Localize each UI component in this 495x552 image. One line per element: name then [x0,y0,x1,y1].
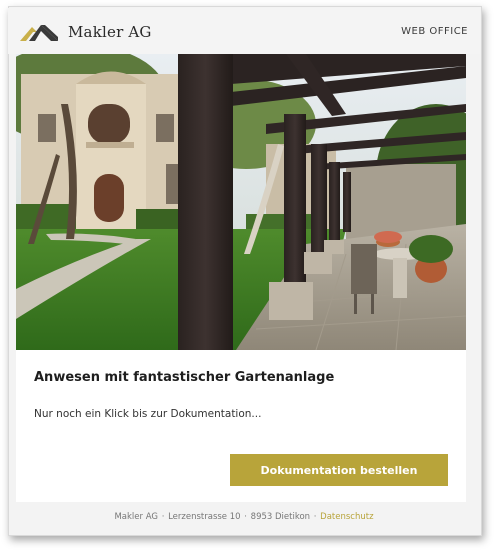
brand-name: Makler AG [68,23,152,41]
footer-separator: · [161,512,165,522]
footer-city: 8953 Dietikon [250,512,311,522]
privacy-link[interactable]: Datenschutz [320,512,373,522]
order-documentation-button[interactable]: Dokumentation bestellen [230,454,448,486]
footer-separator: · [313,512,317,522]
house-roof-logo-icon [18,21,60,43]
content-section: Anwesen mit fantastischer Gartenanlage N… [16,350,466,502]
subheadline: Nur noch ein Klick bis zur Dokumentation… [34,408,262,420]
headline: Anwesen mit fantastischer Gartenanlage [34,370,335,385]
header: Makler AG WEB OFFICE [8,8,480,54]
logo[interactable]: Makler AG [18,20,152,44]
footer-separator: · [244,512,247,522]
footer-address: Lerzenstrasse 10 [168,512,241,522]
web-office-link[interactable]: WEB OFFICE [401,26,468,37]
footer-company: Makler AG [114,512,158,522]
hero-image [16,54,466,350]
footer: Makler AG · Lerzenstrasse 10 · 8953 Diet… [8,512,480,522]
